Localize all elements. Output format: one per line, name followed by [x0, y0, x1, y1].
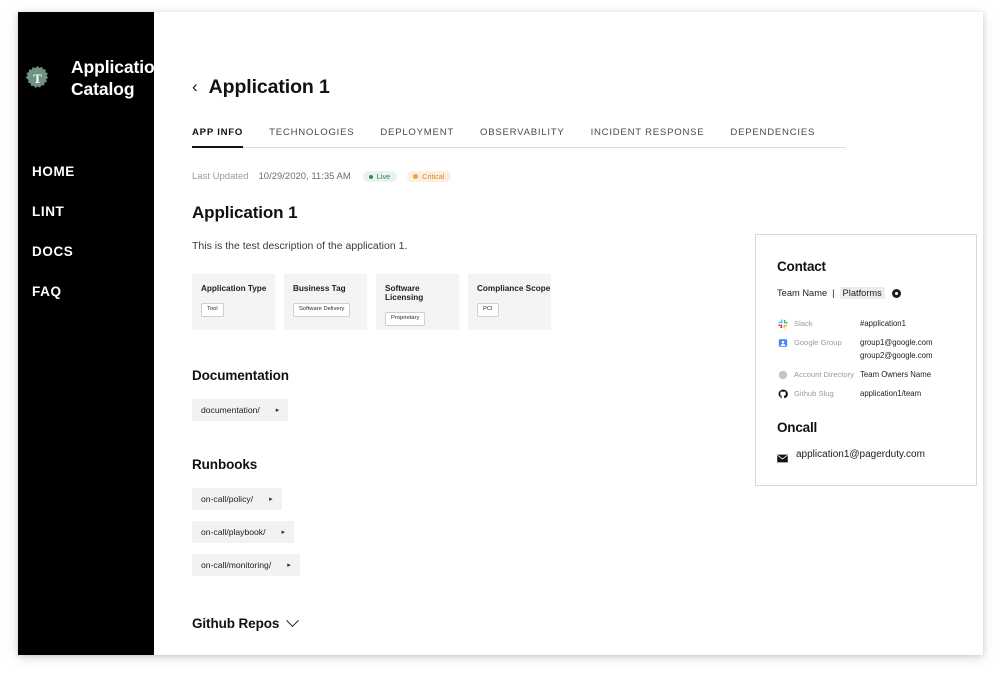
contact-row-github-slug: Github Slug application1/team — [777, 388, 976, 399]
app-window: T Application Catalog HOME LINT DOCS FAQ… — [18, 12, 983, 655]
documentation-link-label: documentation/ — [201, 405, 260, 416]
contact-row-slack: Slack #application1 — [777, 318, 976, 329]
arrow-right-icon: ▸ — [281, 528, 286, 536]
svg-text:T: T — [33, 72, 42, 86]
info-card-chip: Tool — [201, 303, 224, 318]
contact-value-group: group1@google.com group2@google.com — [860, 337, 933, 361]
status-dot-icon — [368, 174, 373, 179]
info-card-title: Compliance Scope — [477, 284, 551, 294]
info-card-title: Software Licensing — [385, 284, 424, 303]
app-name: Application 1 — [192, 203, 298, 223]
contact-list: Slack #application1 Google Group group1@… — [777, 318, 976, 399]
arrow-right-icon: ▸ — [269, 495, 273, 503]
team-row: Team Name | Platforms — [777, 287, 976, 299]
info-card-chip: Proprietary — [385, 312, 426, 327]
info-circle-icon[interactable] — [891, 288, 901, 298]
envelope-icon — [777, 450, 788, 463]
info-card-application-type: Application Type Tool — [192, 274, 275, 331]
contact-row-google-group: Google Group group1@google.com group2@go… — [777, 337, 976, 361]
arrow-right-icon: ▸ — [287, 561, 291, 569]
contact-value: application1/team — [860, 389, 922, 398]
contact-key: Account Directory — [794, 370, 854, 379]
tab-dependencies[interactable]: DEPENDENCIES — [730, 127, 815, 148]
status-badge-label: Live — [376, 172, 391, 181]
arrow-right-icon: ▸ — [275, 406, 280, 414]
contact-value: group2@google.com — [860, 351, 933, 360]
status-badge-live: Live — [362, 171, 398, 183]
tab-incident-response[interactable]: INCIDENT RESPONSE — [591, 127, 705, 148]
contact-value: group1@google.com — [860, 338, 933, 347]
tab-deployment[interactable]: DEPLOYMENT — [380, 127, 454, 148]
github-repos-section[interactable]: Github Repos — [192, 614, 983, 632]
team-separator: | — [832, 288, 835, 298]
contact-panel: Contact Team Name | Platforms Slack #app… — [755, 234, 977, 486]
github-icon — [777, 388, 788, 399]
info-card-business-tag: Business Tag Software Delivery — [284, 274, 367, 331]
contact-value: #application1 — [860, 319, 906, 328]
tab-technologies[interactable]: TECHNOLOGIES — [269, 127, 354, 148]
slack-icon — [777, 318, 788, 329]
contact-key: Github Slug — [794, 389, 834, 398]
github-repos-title: Github Repos — [192, 616, 280, 632]
contact-value: Team Owners Name — [860, 370, 932, 379]
severity-badge-label: Critical — [422, 172, 445, 181]
runbook-link-label: on-call/policy/ — [201, 494, 254, 505]
google-group-icon — [777, 337, 788, 348]
last-updated-label: Last Updated — [192, 171, 249, 183]
contact-key: Google Group — [794, 338, 842, 347]
info-card-title: Application Type — [201, 284, 267, 294]
tab-bar: APP INFO TECHNOLOGIES DEPLOYMENT OBSERVA… — [192, 126, 846, 148]
contact-title: Contact — [777, 259, 826, 274]
info-card-chip: PCI — [477, 303, 499, 318]
runbook-link-playbook[interactable]: on-call/playbook/ ▸ — [192, 521, 295, 544]
contact-key: Slack — [794, 319, 813, 328]
sidebar-item-lint[interactable]: LINT — [18, 192, 154, 232]
page-header: ‹ Application 1 — [192, 76, 983, 99]
sidebar-item-docs[interactable]: DOCS — [18, 232, 154, 272]
info-card-chip: Software Delivery — [293, 303, 351, 318]
main-content: ‹ Application 1 APP INFO TECHNOLOGIES DE… — [154, 12, 983, 655]
account-directory-icon — [777, 369, 788, 380]
sidebar-nav: HOME LINT DOCS FAQ — [18, 152, 154, 312]
runbook-link-policy[interactable]: on-call/policy/ ▸ — [192, 488, 282, 511]
runbook-link-label: on-call/monitoring/ — [201, 560, 272, 571]
status-badge-critical: Critical — [407, 171, 452, 183]
contact-row-account-directory: Account Directory Team Owners Name — [777, 369, 976, 380]
meta-row: Last Updated 10/29/2020, 11:35 AM Live C… — [192, 171, 983, 183]
tab-app-info[interactable]: APP INFO — [192, 127, 244, 148]
sidebar: T Application Catalog HOME LINT DOCS FAQ — [18, 12, 165, 655]
chevron-left-icon[interactable]: ‹ — [192, 78, 198, 97]
runbook-link-monitoring[interactable]: on-call/monitoring/ ▸ — [192, 554, 300, 577]
sidebar-item-home[interactable]: HOME — [18, 152, 154, 192]
oncall-row: application1@pagerduty.com — [777, 449, 976, 463]
brand: T Application Catalog — [18, 12, 165, 100]
last-updated-value: 10/29/2020, 11:35 AM — [258, 171, 351, 183]
brand-title: Application Catalog — [71, 57, 166, 100]
info-card-compliance-scope: Compliance Scope PCI — [468, 274, 551, 331]
documentation-link[interactable]: documentation/ ▸ — [192, 399, 289, 422]
runbooks-list: on-call/policy/ ▸ on-call/playbook/ ▸ on… — [192, 488, 983, 577]
page-title: Application 1 — [208, 76, 330, 98]
sidebar-item-faq[interactable]: FAQ — [18, 272, 154, 312]
info-card-software-licensing: Software Licensing Proprietary — [376, 274, 459, 331]
runbook-link-label: on-call/playbook/ — [201, 527, 266, 538]
chevron-down-icon[interactable] — [286, 614, 300, 628]
oncall-email: application1@pagerduty.com — [796, 449, 925, 460]
oncall-title: Oncall — [777, 420, 818, 435]
severity-dot-icon — [413, 174, 419, 180]
info-card-title: Business Tag — [293, 284, 346, 294]
team-name-label: Team Name — [777, 288, 828, 298]
tab-observability[interactable]: OBSERVABILITY — [480, 127, 565, 148]
team-value[interactable]: Platforms — [839, 287, 885, 299]
nyt-t-logo-icon: T — [24, 65, 51, 92]
